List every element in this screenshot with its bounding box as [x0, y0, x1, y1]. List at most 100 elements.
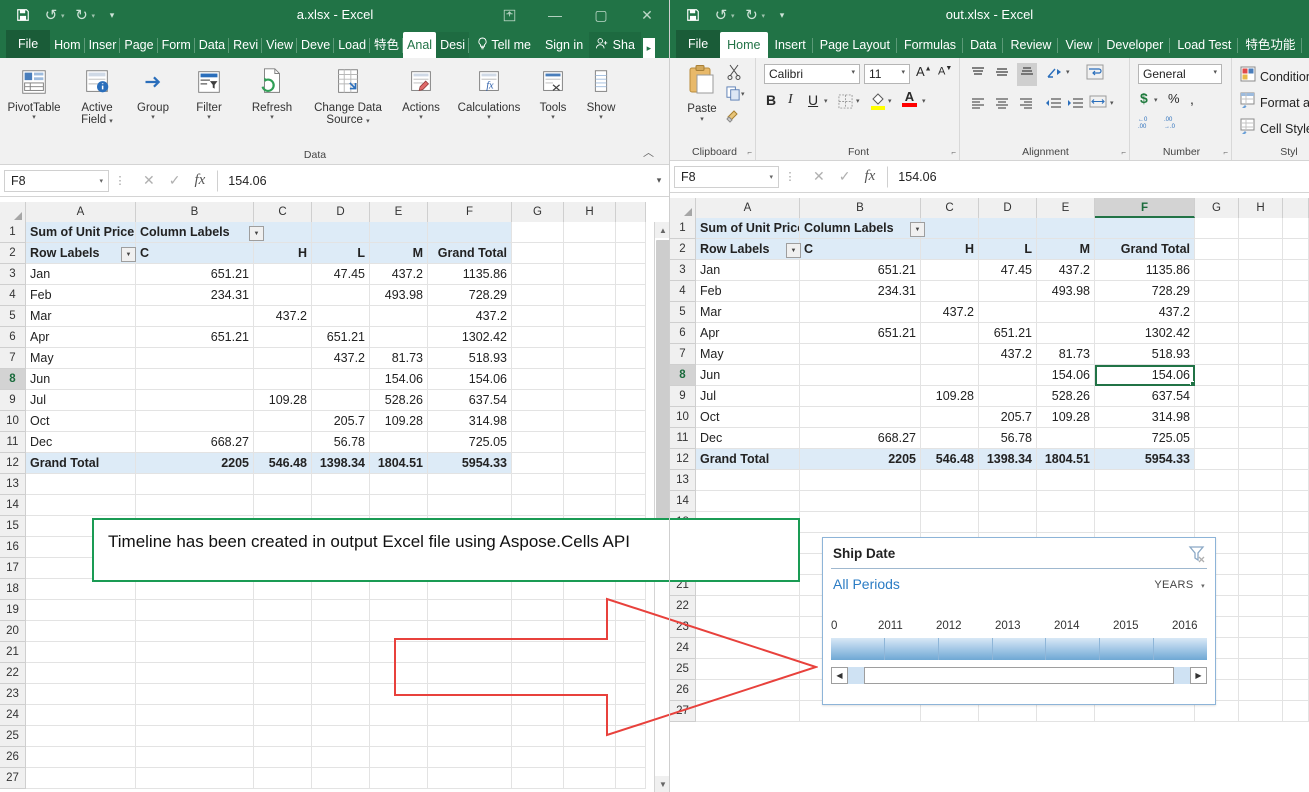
grid-cell[interactable]	[616, 243, 646, 264]
grid-cell[interactable]	[800, 491, 921, 512]
grid-cell[interactable]	[254, 264, 312, 285]
tab-analyze[interactable]: Anal	[403, 32, 436, 58]
font-name-dropdown-icon[interactable]: ▾	[851, 68, 855, 76]
column-labels-filter-icon[interactable]: ▼	[910, 222, 925, 237]
grid-cell[interactable]	[512, 474, 564, 495]
grid-cell[interactable]	[428, 726, 512, 747]
grid-cell[interactable]	[1037, 302, 1095, 323]
increase-indent-icon[interactable]	[1066, 96, 1084, 115]
row-header-15[interactable]: 15	[0, 516, 26, 537]
grid-cell[interactable]	[800, 344, 921, 365]
group-dropdown-icon[interactable]: ▾	[126, 114, 180, 122]
change-data-source-dropdown-icon[interactable]: ▾	[366, 118, 370, 125]
cut-icon[interactable]	[726, 64, 742, 85]
grid-cell[interactable]	[1239, 638, 1283, 659]
grid-cell[interactable]: 546.48	[254, 453, 312, 474]
grid-cell[interactable]	[428, 474, 512, 495]
grid-cell[interactable]	[616, 600, 646, 621]
grid-cell[interactable]	[921, 344, 979, 365]
col-header-H[interactable]: H	[564, 202, 616, 222]
grid-cell[interactable]: Sum of Unit Price	[696, 218, 800, 239]
grid-cell[interactable]: Grand Total	[1095, 239, 1195, 260]
grid-cell[interactable]	[1037, 218, 1095, 239]
grid-cell[interactable]: 528.26	[370, 390, 428, 411]
tab-home[interactable]: Home	[720, 32, 767, 58]
grid-cell[interactable]	[616, 432, 646, 453]
grid-cell[interactable]	[616, 411, 646, 432]
grid-cell[interactable]	[616, 222, 646, 243]
grid-cell[interactable]	[370, 432, 428, 453]
grid-cell[interactable]	[921, 365, 979, 386]
row-header-27[interactable]: 27	[0, 768, 26, 789]
actions-button[interactable]: Actions ▾	[394, 62, 448, 122]
row-header-23[interactable]: 23	[670, 617, 696, 638]
grid-cell[interactable]	[1239, 575, 1283, 596]
grid-cell[interactable]: 637.54	[1095, 386, 1195, 407]
grid-cell[interactable]	[1195, 260, 1239, 281]
grid-cell[interactable]	[26, 705, 136, 726]
grid-cell[interactable]	[136, 411, 254, 432]
grid-cell[interactable]	[921, 218, 979, 239]
name-box[interactable]: F8 ▾	[674, 166, 779, 188]
grid-cell[interactable]	[370, 663, 428, 684]
grid-cell[interactable]	[512, 621, 564, 642]
row-header-13[interactable]: 13	[0, 474, 26, 495]
grid-cell[interactable]: Mar	[26, 306, 136, 327]
row-header-14[interactable]: 14	[670, 491, 696, 512]
slicer-scroll-thumb[interactable]	[864, 667, 1174, 684]
grid-cell[interactable]: Column Labels	[136, 222, 254, 243]
grid-cell[interactable]	[370, 600, 428, 621]
grid-cell[interactable]	[428, 495, 512, 516]
grid-cell[interactable]	[564, 390, 616, 411]
insert-function-icon[interactable]: fx	[864, 168, 875, 185]
grid-cell[interactable]	[979, 386, 1037, 407]
alignment-dialog-launcher-icon[interactable]: ⌐	[1121, 148, 1126, 157]
grid-cell[interactable]	[979, 365, 1037, 386]
grid-cell[interactable]	[428, 705, 512, 726]
grid-cell[interactable]: 1804.51	[1037, 449, 1095, 470]
grid-cell[interactable]	[1283, 575, 1309, 596]
grid-cell[interactable]	[370, 579, 428, 600]
grid-cell[interactable]	[254, 411, 312, 432]
enter-icon[interactable]: ✓	[169, 172, 181, 189]
grid-cell[interactable]: 493.98	[1037, 281, 1095, 302]
row-header-26[interactable]: 26	[670, 680, 696, 701]
tools-button[interactable]: Tools ▾	[530, 62, 576, 122]
grid-cell[interactable]: 5954.33	[1095, 449, 1195, 470]
grid-cell[interactable]	[512, 726, 564, 747]
grid-cell[interactable]	[1195, 302, 1239, 323]
grid-cell[interactable]: 668.27	[800, 428, 921, 449]
grid-cell[interactable]: 56.78	[312, 432, 370, 453]
grid-cell[interactable]	[564, 432, 616, 453]
row-header-22[interactable]: 22	[0, 663, 26, 684]
grid-cell[interactable]	[1239, 701, 1283, 722]
grid-cell[interactable]	[564, 348, 616, 369]
grid-cell[interactable]	[512, 369, 564, 390]
grid-cell[interactable]: Grand Total	[696, 449, 800, 470]
grid-cell[interactable]	[428, 642, 512, 663]
grid-cell[interactable]: 528.26	[1037, 386, 1095, 407]
grid-cell[interactable]	[564, 327, 616, 348]
filter-dropdown-icon[interactable]: ▾	[182, 114, 236, 122]
grid-cell[interactable]	[512, 705, 564, 726]
grid-cell[interactable]: 1302.42	[1095, 323, 1195, 344]
grid-cell[interactable]: 437.2	[921, 302, 979, 323]
grid-cell[interactable]	[1239, 659, 1283, 680]
grid-cell[interactable]	[26, 663, 136, 684]
grid-cell[interactable]: 109.28	[921, 386, 979, 407]
grid-cell[interactable]	[1239, 365, 1283, 386]
copy-dropdown-icon[interactable]: ▾	[741, 90, 745, 98]
scroll-down-icon[interactable]: ▼	[655, 776, 670, 792]
grid-cell[interactable]	[512, 390, 564, 411]
row-header-18[interactable]: 18	[0, 579, 26, 600]
slicer-segment[interactable]	[885, 638, 939, 660]
grid-cell[interactable]	[1195, 218, 1239, 239]
grid-cell[interactable]	[616, 327, 646, 348]
select-all-corner[interactable]	[670, 198, 696, 218]
grid-cell[interactable]	[254, 684, 312, 705]
grid-cell[interactable]	[1195, 323, 1239, 344]
grid-cell[interactable]: Oct	[26, 411, 136, 432]
grid-cell[interactable]	[1239, 512, 1283, 533]
grid-cell[interactable]	[26, 726, 136, 747]
grid-cell[interactable]	[616, 579, 646, 600]
